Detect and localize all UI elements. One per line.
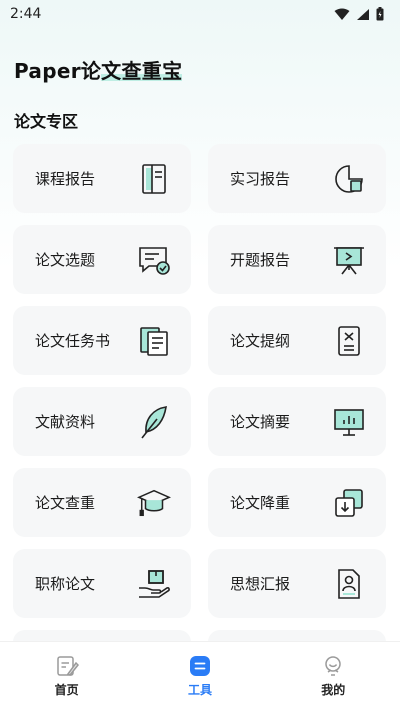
- app-title-prefix: Paper论: [14, 59, 102, 83]
- tool-grid: 课程报告 实习报告 论文选题 开题报告 论文任务书 论文提纲 文献资料 论文摘要…: [13, 144, 387, 618]
- documents-icon: [137, 324, 171, 358]
- card-topic-selection[interactable]: 论文选题: [13, 225, 191, 294]
- message-check-icon: [137, 243, 171, 277]
- bar-chart-icon: [332, 405, 366, 439]
- wifi-icon: [334, 8, 350, 20]
- status-icons: [334, 7, 384, 21]
- profile-icon: [325, 656, 342, 676]
- status-time: 2:44: [10, 6, 42, 22]
- tab-label: 我的: [321, 683, 346, 697]
- card-proposal-report[interactable]: 开题报告: [208, 225, 386, 294]
- card-outline[interactable]: 论文提纲: [208, 306, 386, 375]
- layers-download-icon: [332, 486, 366, 520]
- card-thought-report[interactable]: 思想汇报: [208, 549, 386, 618]
- card-label: 课程报告: [35, 170, 96, 188]
- tab-profile[interactable]: 我的: [293, 655, 373, 698]
- tools-icon: [189, 656, 210, 676]
- presentation-board-icon: [332, 243, 366, 277]
- notebook-icon: [137, 162, 171, 196]
- card-label: 论文提纲: [230, 332, 291, 350]
- card-label: 思想汇报: [230, 575, 291, 593]
- tab-home[interactable]: 首页: [27, 655, 107, 698]
- card-plagiarism-check[interactable]: 论文查重: [13, 468, 191, 537]
- profile-document-icon: [332, 567, 366, 601]
- tab-label: 工具: [187, 683, 212, 697]
- tab-tools[interactable]: 工具: [160, 655, 240, 698]
- card-reduce-duplication[interactable]: 论文降重: [208, 468, 386, 537]
- hand-box-icon: [137, 567, 171, 601]
- card-label: 开题报告: [230, 251, 291, 269]
- card-label: 实习报告: [230, 170, 291, 188]
- card-abstract[interactable]: 论文摘要: [208, 387, 386, 456]
- card-internship-report[interactable]: 实习报告: [208, 144, 386, 213]
- card-label: 论文摘要: [230, 413, 291, 431]
- status-bar: 2:44: [0, 0, 400, 28]
- card-label: 论文任务书: [35, 332, 111, 350]
- card-literature[interactable]: 文献资料: [13, 387, 191, 456]
- card-label: 职称论文: [35, 575, 96, 593]
- card-label: 论文选题: [35, 251, 96, 269]
- feather-icon: [137, 405, 171, 439]
- tab-label: 首页: [54, 683, 79, 697]
- card-label: 论文降重: [230, 494, 291, 512]
- document-outline-icon: [332, 324, 366, 358]
- battery-icon: [376, 7, 384, 21]
- card-label: 论文查重: [35, 494, 96, 512]
- card-course-report[interactable]: 课程报告: [13, 144, 191, 213]
- chart-frame-icon: [332, 162, 366, 196]
- graduation-cap-icon: [137, 486, 171, 520]
- card-title-paper[interactable]: 职称论文: [13, 549, 191, 618]
- section-title: 论文专区: [14, 112, 79, 131]
- card-assignment-book[interactable]: 论文任务书: [13, 306, 191, 375]
- bottom-tab-bar: 首页 工具 我的: [0, 641, 400, 711]
- home-doc-icon: [56, 656, 79, 676]
- app-title-highlight: 文查重宝: [101, 59, 183, 83]
- signal-icon: [357, 8, 369, 20]
- card-label: 文献资料: [35, 413, 96, 431]
- app-title: Paper论文查重宝: [14, 55, 183, 84]
